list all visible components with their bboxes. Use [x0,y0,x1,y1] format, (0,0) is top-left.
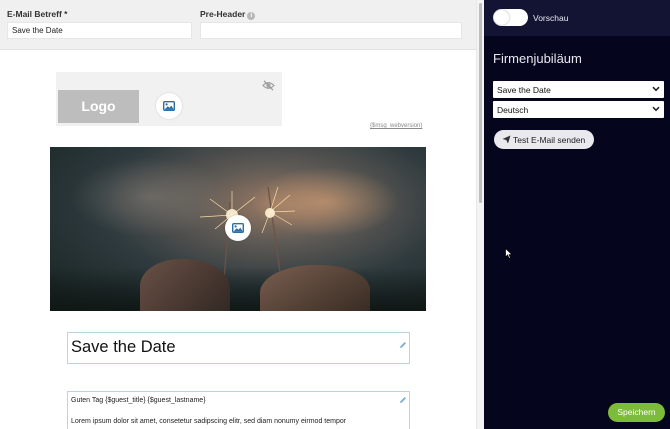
preheader-input[interactable] [200,22,462,39]
language-select-value: Deutsch [497,105,529,115]
send-test-email-button[interactable]: Test E-Mail senden [494,130,594,149]
title-block[interactable]: Save the Date [67,332,410,364]
event-title: Firmenjubiläum [493,51,582,66]
info-icon[interactable]: i [247,12,256,20]
editor-scrollbar[interactable] [476,0,484,429]
image-icon [163,101,175,111]
hero-image-button[interactable] [225,215,251,241]
chevron-down-icon [652,86,660,92]
paper-plane-icon [502,135,511,144]
chevron-down-icon [652,106,660,112]
hero-image[interactable] [50,147,426,311]
preheader-label: Pre-Header i [200,9,256,20]
body-text: Lorem ipsum dolor sit amet, consetetur s… [71,418,347,425]
text-block[interactable]: Guten Tag {$guest_title} {$guest_lastnam… [67,391,410,429]
subject-label: E-Mail Betreff * [7,9,68,19]
hand-right [260,265,370,311]
language-select[interactable]: Deutsch [493,101,664,118]
template-select[interactable]: Save the Date [493,81,664,98]
pencil-icon[interactable] [399,396,407,404]
toggle-knob [494,10,509,25]
preview-bar: Vorschau [484,0,670,36]
save-button[interactable]: Speichern [608,403,665,422]
template-select-value: Save the Date [497,85,551,95]
logo-placeholder: Logo [58,90,139,123]
pencil-icon[interactable] [399,341,407,349]
logo-block[interactable]: Logo [56,72,282,126]
eye-slash-icon[interactable] [262,80,275,91]
email-title: Save the Date [71,338,176,356]
email-header-fields: E-Mail Betreff * Save the Date Pre-Heade… [0,0,476,50]
scrollbar-thumb[interactable] [479,3,482,203]
logo-image-button[interactable] [156,93,182,119]
settings-panel: Vorschau Firmenjubiläum Save the Date De… [484,0,670,429]
preview-label: Vorschau [533,13,569,23]
mouse-cursor-icon [505,248,513,259]
webversion-link[interactable]: {$msg_webversion} [370,123,422,129]
preview-toggle[interactable] [493,9,528,26]
email-editor: E-Mail Betreff * Save the Date Pre-Heade… [0,0,476,429]
image-icon [232,223,244,233]
greeting-text: Guten Tag {$guest_title} {$guest_lastnam… [71,397,206,404]
preheader-label-text: Pre-Header [200,9,246,19]
subject-input[interactable]: Save the Date [7,22,192,39]
send-test-email-label: Test E-Mail senden [513,135,586,145]
hand-left [140,259,230,311]
